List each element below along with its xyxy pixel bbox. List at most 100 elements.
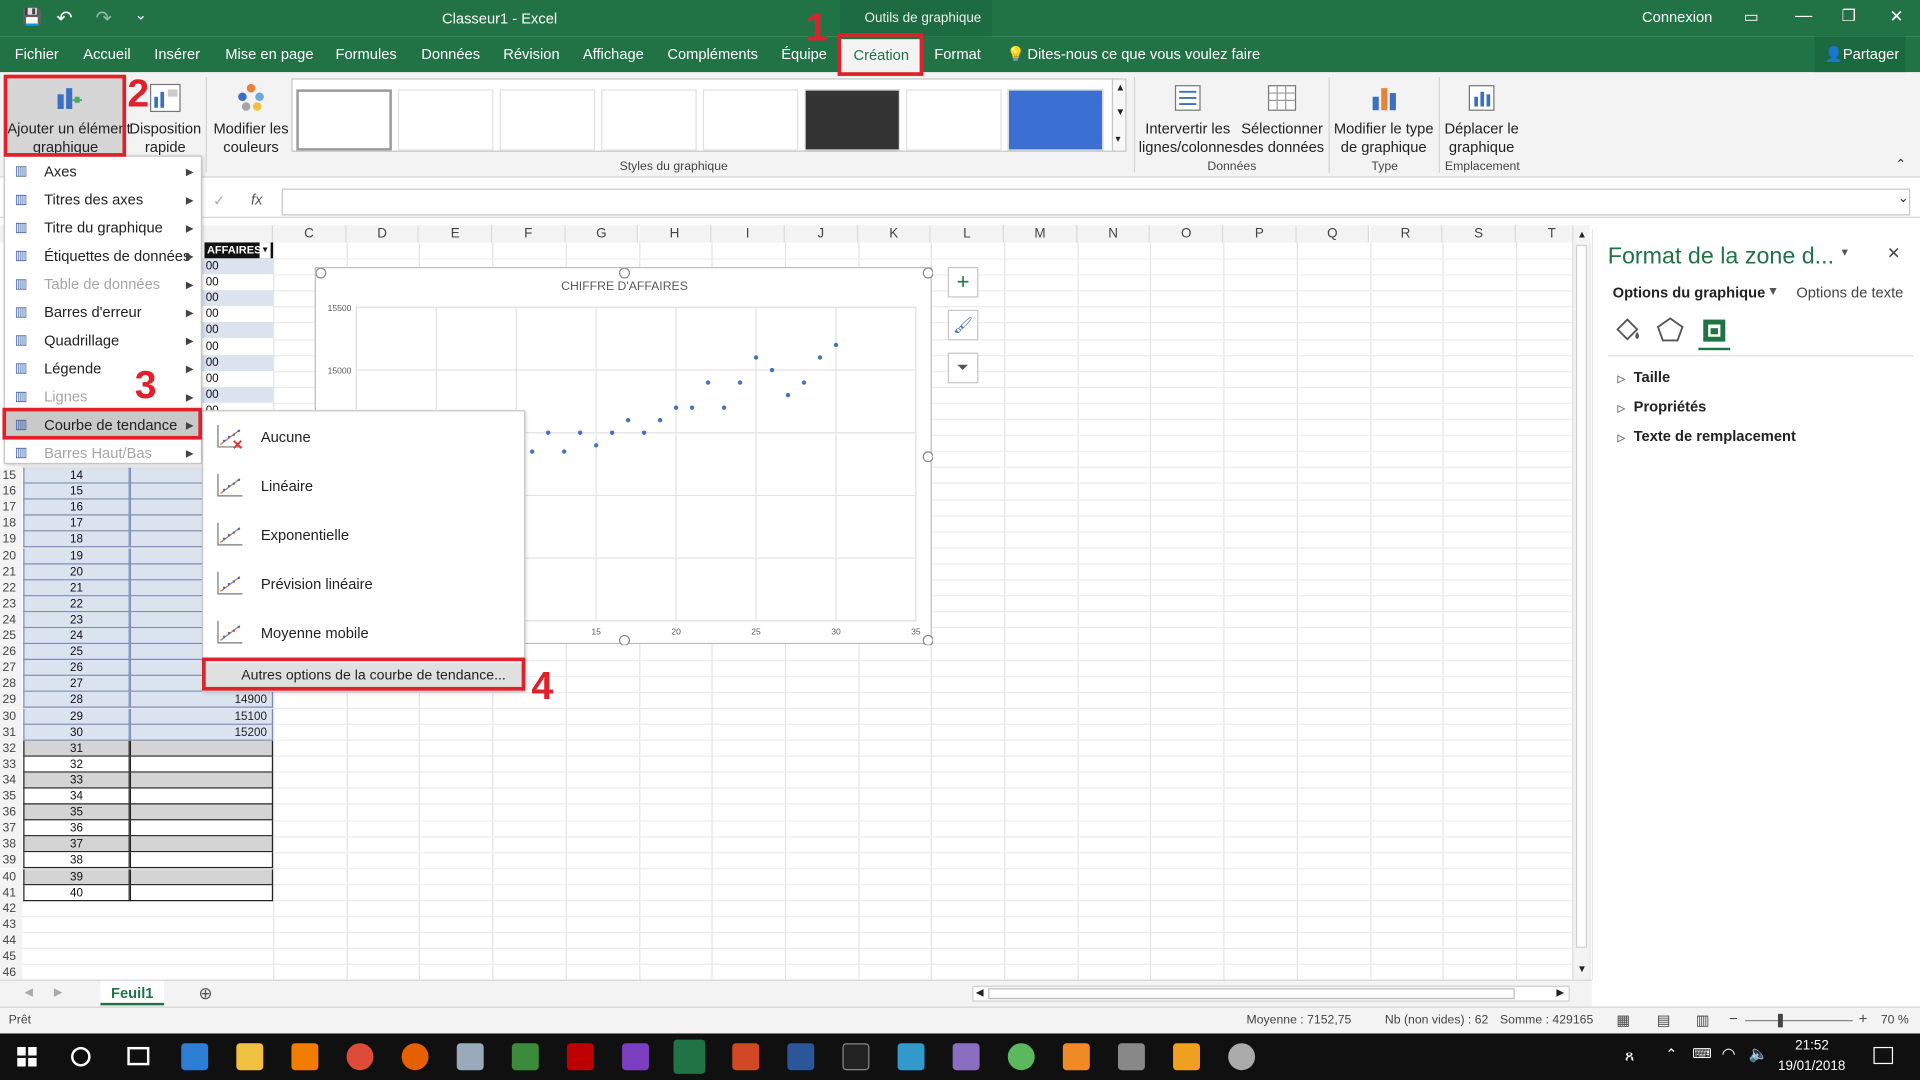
- wifi-icon[interactable]: ◠: [1722, 1044, 1736, 1064]
- column-header[interactable]: M: [1004, 225, 1078, 243]
- expand-formula-icon[interactable]: ⌄: [1898, 192, 1908, 205]
- row-header[interactable]: 23: [0, 596, 23, 612]
- tab-complements[interactable]: Compléments: [667, 37, 758, 73]
- table-cell-value[interactable]: [129, 868, 274, 885]
- cube-app-icon[interactable]: [456, 1043, 484, 1071]
- table-cell-value[interactable]: [129, 852, 274, 869]
- zoom-level[interactable]: 70 %: [1881, 1014, 1909, 1027]
- column-header[interactable]: R: [1369, 225, 1443, 243]
- table-cell-x[interactable]: 31: [23, 740, 130, 757]
- table-cell-x[interactable]: 19: [23, 547, 130, 564]
- table-cell[interactable]: 00: [202, 290, 274, 307]
- clock-time[interactable]: 21:52: [1795, 1038, 1829, 1053]
- fill-line-icon[interactable]: [1613, 315, 1645, 344]
- gallery-scroll[interactable]: ▲ ▼ ▾: [1111, 78, 1127, 152]
- move-chart-button[interactable]: Déplacer le graphique: [1442, 75, 1520, 156]
- column-header[interactable]: G: [565, 225, 639, 243]
- table-cell-value[interactable]: [129, 788, 274, 805]
- close-pane-icon[interactable]: ✕: [1887, 244, 1900, 264]
- row-header[interactable]: 31: [0, 724, 23, 741]
- tab-chart-options[interactable]: Options du graphique: [1613, 284, 1766, 301]
- table-cell-value[interactable]: [129, 756, 274, 773]
- column-header[interactable]: D: [346, 225, 420, 243]
- row-header[interactable]: 19: [0, 531, 23, 548]
- search-icon[interactable]: [71, 1046, 91, 1067]
- horizontal-scrollbar[interactable]: ◀ ▶: [972, 985, 1570, 1002]
- close-window-icon[interactable]: ✕: [1889, 6, 1903, 27]
- page-layout-view-icon[interactable]: ▤: [1657, 1011, 1671, 1028]
- row-header[interactable]: 32: [0, 740, 23, 757]
- trendline-option[interactable]: Exponentielle: [203, 511, 524, 560]
- table-cell-value[interactable]: [129, 836, 274, 853]
- size-properties-icon[interactable]: [1698, 315, 1730, 344]
- column-header[interactable]: O: [1150, 225, 1224, 243]
- row-header[interactable]: 36: [0, 804, 23, 821]
- row-header[interactable]: 46: [0, 965, 23, 981]
- table-cell-x[interactable]: 21: [23, 580, 130, 596]
- table-cell-value[interactable]: 14900: [129, 692, 274, 709]
- tab-donnees[interactable]: Données: [421, 37, 480, 73]
- spreadsheet-app-icon[interactable]: [511, 1043, 539, 1071]
- table-header-cell[interactable]: AFFAIRES ▾: [204, 242, 274, 259]
- scroll-left-icon[interactable]: ◀: [976, 987, 984, 998]
- select-data-button[interactable]: Sélectionner des données: [1239, 75, 1325, 156]
- zoom-in-icon[interactable]: +: [1859, 1010, 1868, 1027]
- row-header[interactable]: 18: [0, 515, 23, 532]
- table-cell-x[interactable]: 34: [23, 788, 130, 805]
- chart-style-2[interactable]: [397, 89, 494, 151]
- row-header[interactable]: 39: [0, 852, 23, 869]
- chart-filter-icon[interactable]: ⏷: [947, 352, 979, 384]
- row-header[interactable]: 41: [0, 884, 23, 901]
- table-cell-x[interactable]: 24: [23, 628, 130, 645]
- tray-arrow-icon[interactable]: ⌃: [1665, 1046, 1677, 1063]
- tab-formules[interactable]: Formules: [336, 37, 397, 73]
- undo-icon[interactable]: ↶: [56, 6, 72, 30]
- table-cell[interactable]: 00: [202, 322, 274, 339]
- gray-app-icon[interactable]: [1117, 1043, 1145, 1071]
- row-header[interactable]: 27: [0, 660, 23, 677]
- notifications-icon[interactable]: [1873, 1046, 1894, 1065]
- column-header[interactable]: N: [1077, 225, 1151, 243]
- change-chart-type-button[interactable]: Modifier le type de graphique: [1332, 75, 1435, 156]
- chart-style-6[interactable]: [804, 89, 901, 151]
- row-header[interactable]: 24: [0, 612, 23, 629]
- people-icon[interactable]: ጸ: [1625, 1046, 1634, 1066]
- powerpoint-icon[interactable]: [732, 1043, 760, 1071]
- row-header[interactable]: 22: [0, 580, 23, 596]
- green-app-icon[interactable]: [1007, 1043, 1035, 1071]
- table-cell-x[interactable]: 30: [23, 724, 130, 741]
- column-header[interactable]: I: [711, 225, 785, 243]
- tab-fichier[interactable]: Fichier: [15, 37, 59, 73]
- scroll-thumb[interactable]: [1575, 244, 1587, 948]
- column-header[interactable]: S: [1442, 225, 1516, 243]
- row-header[interactable]: 33: [0, 756, 23, 773]
- table-cell-value[interactable]: 15200: [129, 724, 274, 741]
- chart-style-8[interactable]: [1007, 89, 1104, 151]
- change-colors-button[interactable]: Modifier les couleurs: [211, 75, 292, 156]
- row-header[interactable]: 26: [0, 644, 23, 661]
- column-header[interactable]: C: [273, 225, 347, 243]
- zoom-out-icon[interactable]: −: [1729, 1010, 1738, 1027]
- redo-icon[interactable]: ↷: [96, 6, 112, 30]
- yellow-app-icon[interactable]: [1173, 1043, 1201, 1071]
- customize-qat-icon[interactable]: ⌄: [135, 6, 147, 23]
- next-sheet-icon[interactable]: ▶: [54, 986, 62, 999]
- menu-item-data-table[interactable]: ▥ Table de données ▶: [5, 271, 201, 299]
- column-header[interactable]: Q: [1296, 225, 1370, 243]
- table-cell[interactable]: 00: [202, 386, 274, 403]
- chart-style-1[interactable]: [296, 89, 392, 151]
- normal-view-icon[interactable]: ▦: [1616, 1011, 1630, 1028]
- menu-item-axes[interactable]: ▥ Axes ▶: [5, 158, 201, 186]
- row-header[interactable]: 43: [0, 916, 23, 933]
- table-cell-x[interactable]: 32: [23, 756, 130, 773]
- chart-style-7[interactable]: [906, 89, 1002, 151]
- table-cell-x[interactable]: 20: [23, 563, 130, 580]
- purple-app-icon[interactable]: [622, 1043, 649, 1071]
- column-header[interactable]: P: [1223, 225, 1297, 243]
- section-size[interactable]: ▷ Taille: [1618, 369, 1671, 386]
- table-cell-x[interactable]: 39: [23, 868, 130, 885]
- row-header[interactable]: 35: [0, 788, 23, 805]
- table-cell-value[interactable]: 15100: [129, 708, 274, 725]
- add-sheet-icon[interactable]: ⊕: [198, 983, 212, 1004]
- tab-revision[interactable]: Révision: [503, 37, 559, 73]
